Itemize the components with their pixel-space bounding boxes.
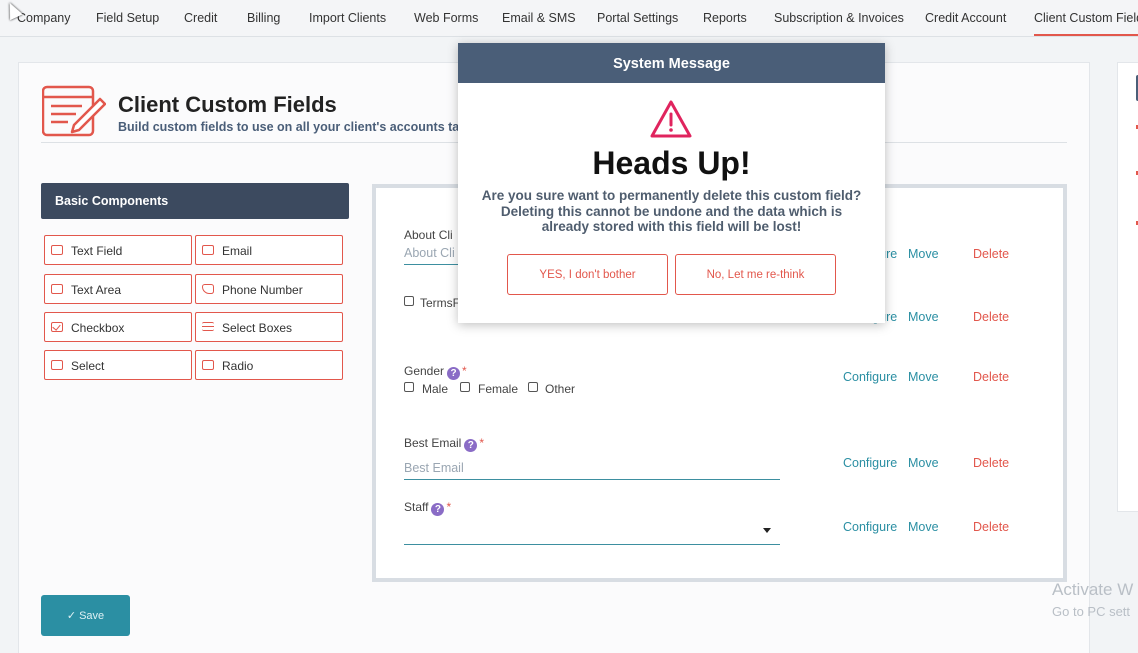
component-label: Phone Number (222, 283, 303, 297)
text-area-icon (51, 284, 63, 294)
radio-icon (202, 360, 214, 370)
select-icon (51, 360, 63, 370)
dialog-message-line: Deleting this cannot be undone and the d… (500, 203, 843, 219)
component-checkbox[interactable]: Checkbox (44, 312, 192, 342)
staff-field-label: Staff? * (404, 500, 451, 516)
best-email-label-text: Best Email (404, 436, 462, 450)
best-email-delete-link[interactable]: Delete (973, 456, 1009, 470)
gender-male-checkbox[interactable] (404, 382, 414, 392)
gender-label-text: Gender (404, 364, 445, 378)
active-tab-indicator (1034, 34, 1138, 36)
dialog-title: Heads Up! (592, 145, 751, 181)
gender-field-label: Gender? * (404, 364, 467, 380)
chevron-down-icon (763, 528, 771, 533)
tab-credit-account[interactable]: Credit Account (925, 11, 1006, 25)
required-mark: * (462, 364, 467, 378)
tab-email-sms[interactable]: Email & SMS (502, 11, 576, 25)
component-label: Select Boxes (222, 321, 293, 335)
terms-checkbox[interactable] (404, 296, 414, 306)
tab-company[interactable]: Company (17, 11, 71, 25)
staff-select[interactable] (404, 525, 780, 545)
component-label: Email (222, 244, 253, 258)
gender-female-checkbox[interactable] (460, 382, 470, 392)
help-icon[interactable]: ? (431, 503, 445, 516)
component-email[interactable]: Email (195, 235, 343, 265)
tab-credit[interactable]: Credit (184, 11, 217, 25)
component-label: Select (71, 359, 105, 373)
tab-reports[interactable]: Reports (703, 11, 747, 25)
components-header: Basic Components (41, 183, 349, 219)
component-text-area[interactable]: Text Area (44, 274, 192, 304)
checkbox-icon (51, 322, 63, 332)
staff-move-link[interactable]: Move (908, 520, 939, 534)
required-mark: * (479, 436, 485, 450)
list-icon (202, 322, 214, 331)
staff-configure-link[interactable]: Configure (843, 520, 897, 534)
form-edit-icon (42, 85, 106, 137)
gender-female-label: Female (478, 382, 519, 396)
dialog-message-line: Are you sure want to permanently delete … (481, 188, 862, 203)
tab-web-forms[interactable]: Web Forms (414, 11, 478, 25)
component-text-field[interactable]: Text Field (44, 235, 192, 265)
staff-label-text: Staff (404, 500, 429, 514)
dialog-message: Are you sure want to permanently delete … (464, 188, 879, 235)
component-label: Radio (222, 359, 254, 373)
dialog-message-line: already stored with this field will be l… (541, 219, 802, 234)
help-icon[interactable]: ? (464, 439, 478, 452)
gender-move-link[interactable]: Move (908, 370, 939, 384)
best-email-input[interactable]: Best Email (404, 460, 780, 480)
tab-billing[interactable]: Billing (247, 11, 280, 25)
confirm-delete-button[interactable]: YES, I don't bother (507, 254, 668, 295)
best-email-move-link[interactable]: Move (908, 456, 939, 470)
gender-configure-link[interactable]: Configure (843, 370, 897, 384)
terms-label: TermsF (420, 296, 460, 310)
terms-delete-link[interactable]: Delete (973, 310, 1009, 324)
top-nav: Company Field Setup Credit Billing Impor… (0, 0, 1138, 37)
component-phone-number[interactable]: Phone Number (195, 274, 343, 304)
page-title: Client Custom Fields (118, 92, 337, 117)
tab-field-setup[interactable]: Field Setup (96, 11, 159, 25)
tab-portal-settings[interactable]: Portal Settings (597, 11, 678, 25)
side-panel (1117, 62, 1138, 512)
system-message-dialog: System Message Heads Up! Are you sure wa… (458, 43, 885, 323)
component-select-boxes[interactable]: Select Boxes (195, 312, 343, 342)
phone-icon (202, 284, 214, 294)
terms-move-link[interactable]: Move (908, 310, 939, 324)
tab-client-custom-fields[interactable]: Client Custom Fields (1034, 11, 1138, 25)
help-icon[interactable]: ? (447, 367, 461, 380)
component-label: Text Field (71, 244, 123, 258)
email-icon (202, 245, 214, 255)
tab-subscription-invoices[interactable]: Subscription & Invoices (774, 11, 904, 25)
gender-other-checkbox[interactable] (528, 382, 538, 392)
required-mark: * (446, 500, 452, 514)
about-delete-link[interactable]: Delete (973, 247, 1009, 261)
component-label: Checkbox (71, 321, 125, 335)
component-radio[interactable]: Radio (195, 350, 343, 380)
gender-other-label: Other (545, 382, 576, 396)
dialog-header: System Message (458, 43, 885, 83)
activation-watermark-sub: Go to PC sett (1052, 604, 1131, 619)
save-button[interactable]: ✓ Save (41, 595, 130, 636)
warning-icon (650, 100, 692, 138)
component-select[interactable]: Select (44, 350, 192, 380)
gender-delete-link[interactable]: Delete (973, 370, 1009, 384)
tab-import-clients[interactable]: Import Clients (309, 11, 386, 25)
about-move-link[interactable]: Move (908, 247, 939, 261)
cancel-button[interactable]: No, Let me re-think (675, 254, 836, 295)
best-email-configure-link[interactable]: Configure (843, 456, 897, 470)
component-label: Text Area (71, 283, 122, 297)
gender-male-label: Male (422, 382, 449, 396)
best-email-field-label: Best Email? * (404, 436, 484, 452)
about-field-input[interactable]: About Cli (404, 245, 460, 265)
text-field-icon (51, 245, 63, 255)
staff-delete-link[interactable]: Delete (973, 520, 1009, 534)
about-field-label: About Cli (404, 228, 453, 242)
page-subtitle: Build custom fields to use on all your c… (118, 120, 467, 134)
activation-watermark: Activate W (1052, 580, 1134, 599)
